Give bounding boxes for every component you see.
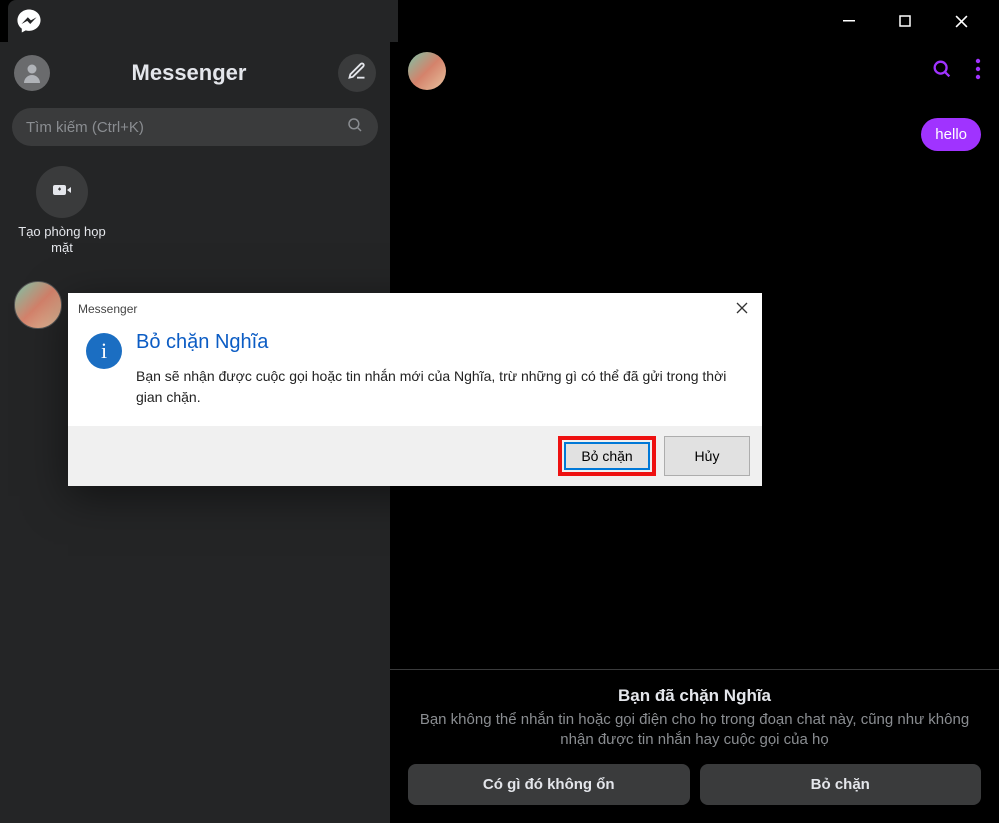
create-room-label: Tạo phòng họp mặt (16, 224, 108, 255)
unblock-dialog: Messenger i Bỏ chặn Nghĩa Bạn sẽ nhận đư… (68, 293, 762, 486)
dialog-close-button[interactable] (732, 299, 752, 319)
blocked-description: Bạn không thể nhắn tin hoặc gọi điện cho… (408, 710, 981, 751)
dialog-cancel-button[interactable]: Hủy (664, 436, 750, 476)
message-row: hello (408, 118, 981, 151)
unblock-button[interactable]: Bỏ chặn (700, 764, 982, 805)
dialog-footer: Bỏ chặn Hủy (68, 426, 762, 486)
create-room-button[interactable]: Tạo phòng họp mặt (16, 166, 108, 255)
dialog-title: Messenger (78, 302, 137, 316)
message-bubble[interactable]: hello (921, 118, 981, 151)
blocked-actions: Có gì đó không ổn Bỏ chặn (408, 764, 981, 805)
compose-icon (347, 61, 367, 86)
search-bar[interactable] (12, 108, 378, 146)
chat-header (390, 42, 999, 100)
window-maximize-button[interactable] (889, 5, 921, 37)
report-button[interactable]: Có gì đó không ổn (408, 764, 690, 805)
sidebar-header: Messenger (8, 46, 382, 106)
titlebar-left (8, 0, 398, 42)
dialog-confirm-highlight: Bỏ chặn (558, 436, 656, 476)
window-controls (833, 5, 991, 37)
dialog-titlebar: Messenger (68, 293, 762, 323)
blocked-notice: Bạn đã chặn Nghĩa Bạn không thể nhắn tin… (390, 669, 999, 823)
search-in-chat-icon[interactable] (931, 58, 953, 85)
video-plus-icon (50, 178, 74, 207)
sidebar-title: Messenger (50, 60, 328, 86)
dialog-confirm-button[interactable]: Bỏ chặn (564, 442, 650, 470)
window-close-button[interactable] (945, 5, 977, 37)
chat-header-actions (931, 58, 981, 85)
blocked-title: Bạn đã chặn Nghĩa (408, 686, 981, 706)
search-icon (346, 116, 364, 139)
dialog-content: Bỏ chặn Nghĩa Bạn sẽ nhận được cuộc gọi … (136, 331, 742, 408)
dialog-heading: Bỏ chặn Nghĩa (136, 331, 742, 354)
more-options-icon[interactable] (975, 58, 981, 85)
dialog-body: i Bỏ chặn Nghĩa Bạn sẽ nhận được cuộc gọ… (68, 323, 762, 426)
compose-button[interactable] (338, 54, 376, 92)
chat-header-avatar[interactable] (408, 52, 446, 90)
dialog-text: Bạn sẽ nhận được cuộc gọi hoặc tin nhắn … (136, 366, 742, 408)
profile-avatar[interactable] (14, 55, 50, 91)
create-room-circle (36, 166, 88, 218)
search-input[interactable] (26, 119, 346, 136)
messenger-logo-icon (16, 8, 42, 34)
info-icon: i (86, 333, 122, 369)
titlebar (0, 0, 999, 42)
avatar (14, 281, 62, 329)
window-minimize-button[interactable] (833, 5, 865, 37)
